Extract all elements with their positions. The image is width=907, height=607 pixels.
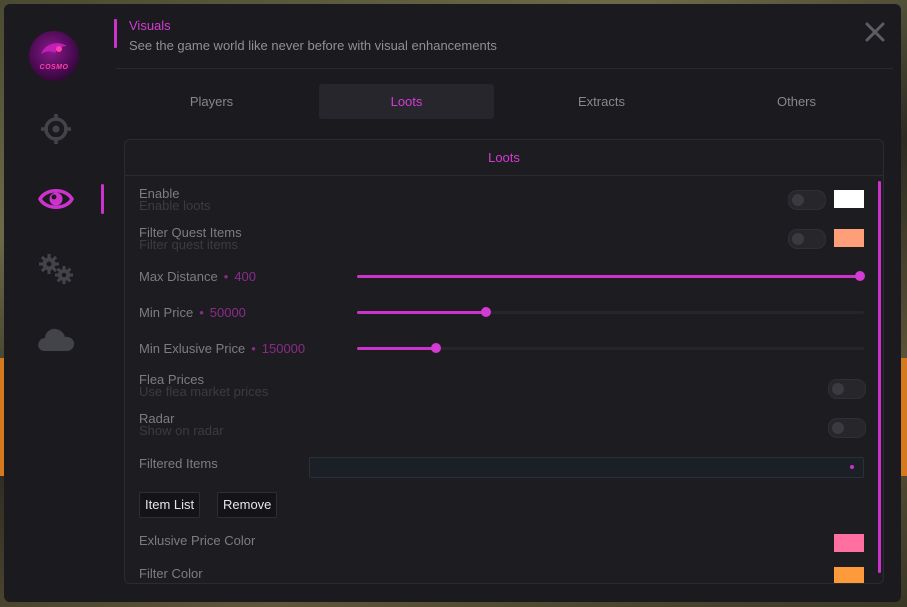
slider-fill bbox=[357, 347, 436, 350]
min-price-label: Min Price • 50000 bbox=[139, 305, 246, 320]
slider-knob[interactable] bbox=[481, 307, 492, 317]
min-price-name: Min Price bbox=[139, 305, 194, 320]
min-price-slider[interactable] bbox=[357, 306, 864, 318]
separator-dot: • bbox=[199, 305, 204, 320]
cosmo-logo: COSMO bbox=[29, 31, 79, 81]
header-accent-bar bbox=[114, 19, 117, 48]
sidebar-item-visuals[interactable] bbox=[34, 177, 78, 221]
remove-button[interactable]: Remove bbox=[217, 492, 278, 518]
flea-prices-toggle[interactable] bbox=[828, 379, 866, 399]
max-distance-name: Max Distance bbox=[139, 269, 218, 284]
slider-knob[interactable] bbox=[855, 271, 865, 281]
close-button[interactable] bbox=[863, 20, 887, 44]
max-distance-label: Max Distance • 400 bbox=[139, 269, 256, 284]
page-subtitle: See the game world like never before wit… bbox=[129, 38, 497, 53]
tab-players[interactable]: Players bbox=[124, 84, 299, 119]
sidebar-item-cloud[interactable] bbox=[34, 317, 78, 361]
enable-toggle[interactable] bbox=[788, 190, 826, 210]
filter-quest-description: Filter quest items bbox=[139, 237, 238, 252]
tab-extracts[interactable]: Extracts bbox=[514, 84, 689, 119]
gears-icon bbox=[39, 254, 73, 284]
slider-knob[interactable] bbox=[430, 343, 441, 353]
dropdown-indicator-icon bbox=[850, 465, 854, 469]
min-exlusive-price-slider[interactable] bbox=[357, 342, 864, 354]
tab-bar: Players Loots Extracts Others bbox=[124, 84, 896, 119]
tab-loots[interactable]: Loots bbox=[319, 84, 494, 119]
enable-description: Enable loots bbox=[139, 198, 211, 213]
exlusive-price-color-label: Exlusive Price Color bbox=[139, 533, 256, 548]
sidebar: COSMO bbox=[4, 4, 108, 602]
page-title: Visuals bbox=[129, 18, 171, 33]
exlusive-price-color-swatch[interactable] bbox=[834, 534, 864, 552]
slider-fill bbox=[357, 275, 860, 278]
active-nav-indicator bbox=[101, 184, 104, 214]
filter-color-swatch[interactable] bbox=[834, 567, 864, 583]
filtered-items-select[interactable] bbox=[309, 457, 864, 478]
min-exlusive-price-value: 150000 bbox=[261, 341, 306, 356]
sidebar-item-settings[interactable] bbox=[34, 247, 78, 291]
filtered-items-label: Filtered Items bbox=[139, 456, 218, 471]
tab-others[interactable]: Others bbox=[709, 84, 884, 119]
visuals-window: COSMO Visuals See the game world like ne… bbox=[4, 4, 901, 602]
eye-icon bbox=[38, 189, 74, 209]
min-price-value: 50000 bbox=[209, 305, 246, 320]
item-list-button[interactable]: Item List bbox=[139, 492, 201, 518]
cloud-icon bbox=[38, 328, 75, 351]
separator-dot: • bbox=[223, 269, 229, 284]
filter-quest-toggle[interactable] bbox=[788, 229, 826, 249]
crosshair-icon bbox=[41, 114, 71, 144]
radar-description: Show on radar bbox=[139, 423, 224, 438]
panel-scrollbar[interactable] bbox=[878, 181, 881, 573]
page-header: Visuals See the game world like never be… bbox=[112, 14, 901, 62]
separator-dot: • bbox=[251, 341, 256, 356]
filter-color-label: Filter Color bbox=[139, 566, 203, 581]
logo-text: COSMO bbox=[39, 64, 69, 71]
header-divider bbox=[116, 68, 893, 69]
logo-emblem-icon bbox=[41, 43, 67, 54]
slider-fill bbox=[357, 311, 487, 314]
filter-quest-color-swatch[interactable] bbox=[834, 229, 864, 247]
max-distance-slider[interactable] bbox=[357, 270, 865, 282]
enable-color-swatch[interactable] bbox=[834, 190, 864, 208]
flea-prices-description: Use flea market prices bbox=[139, 384, 269, 399]
max-distance-value: 400 bbox=[234, 269, 257, 284]
panel-title: Loots bbox=[125, 140, 883, 176]
sidebar-item-aim[interactable] bbox=[34, 107, 78, 151]
radar-toggle[interactable] bbox=[828, 418, 866, 438]
close-icon bbox=[865, 22, 885, 42]
min-exlusive-price-label: Min Exlusive Price • 150000 bbox=[139, 341, 305, 356]
loots-panel: Loots Enable Enable loots Filter Quest I… bbox=[124, 139, 884, 584]
min-exlusive-price-name: Min Exlusive Price bbox=[139, 341, 246, 356]
